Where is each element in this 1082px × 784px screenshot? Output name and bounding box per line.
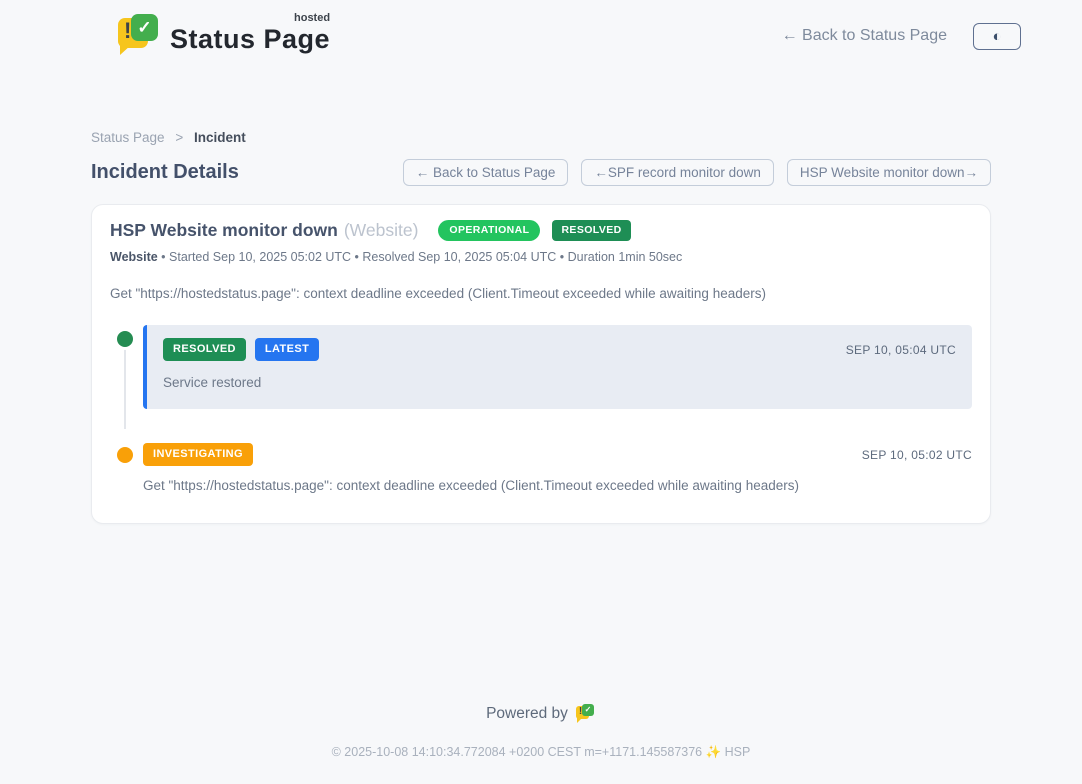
incident-title: HSP Website monitor down [110,220,338,241]
copyright-line: © 2025-10-08 14:10:34.772084 +0200 CEST … [91,745,991,760]
timeline-entry-head: RESOLVED LATEST SEP 10, 05:04 UTC [163,338,956,361]
title-row: Incident Details ← Back to Status Page ←… [91,159,991,186]
timeline-entry-head: INVESTIGATING SEP 10, 05:02 UTC [143,443,972,466]
timeline-entry-timestamp: SEP 10, 05:04 UTC [846,343,956,357]
footer-logo-check-glyph: ✓ [585,706,592,714]
incident-meta-component: Website [110,250,158,264]
timeline-entry-content: RESOLVED LATEST SEP 10, 05:04 UTC Servic… [143,325,972,409]
logo-check-box: ✓ [131,14,158,41]
incident-meta: Website • Started Sep 10, 2025 05:02 UTC… [110,250,972,264]
back-to-status-page-button[interactable]: ← Back to Status Page [403,159,569,186]
powered-by: Powered by ! ✓ [486,704,596,724]
brand-text: Status Page hosted [170,14,330,55]
prev-incident-button[interactable]: ←SPF record monitor down [581,159,774,186]
timeline-entry-message: Service restored [163,375,956,390]
footer-logo-check-box: ✓ [582,704,594,716]
theme-toggle-button[interactable]: ◐ [973,23,1021,50]
operational-status-badge: OPERATIONAL [438,220,540,241]
timeline-entry-timestamp: SEP 10, 05:02 UTC [862,448,972,462]
incident-card-header: HSP Website monitor down (Website) OPERA… [110,220,972,241]
logo-check-glyph: ✓ [137,19,151,36]
timeline-investigating-badge: INVESTIGATING [143,443,253,466]
breadcrumb-status-page[interactable]: Status Page [91,130,165,145]
header-actions: ← Back to Status Page ◐ [782,23,1021,50]
status-page-logo-icon: ! ✓ [118,14,160,58]
timeline-latest-badge: LATEST [255,338,319,361]
timeline-entry-highlighted: RESOLVED LATEST SEP 10, 05:04 UTC Servic… [143,325,972,409]
footer: Powered by ! ✓ © 2025-10-08 14:10:34.772… [91,704,991,784]
brand-logo[interactable]: ! ✓ Status Page hosted [118,14,330,58]
resolved-state-badge: RESOLVED [552,220,630,241]
contrast-icon: ◐ [992,29,1001,44]
breadcrumb-incident: Incident [194,130,246,145]
powered-by-label: Powered by [486,705,568,723]
breadcrumb: Status Page > Incident [91,130,991,145]
timeline-item-investigating: INVESTIGATING SEP 10, 05:02 UTC Get "htt… [117,441,972,493]
timeline-item-resolved: RESOLVED LATEST SEP 10, 05:04 UTC Servic… [117,325,972,409]
timeline-dot-orange [117,447,133,463]
footer-logo-icon[interactable]: ! ✓ [576,704,596,724]
timeline-resolved-badge: RESOLVED [163,338,246,361]
incident-timeline: RESOLVED LATEST SEP 10, 05:04 UTC Servic… [117,325,972,493]
header-back-link[interactable]: ← Back to Status Page [782,27,947,45]
incident-nav-buttons: ← Back to Status Page ←SPF record monito… [403,159,991,186]
timeline-entry-content: INVESTIGATING SEP 10, 05:02 UTC Get "htt… [143,441,972,493]
timeline-entry-message: Get "https://hostedstatus.page": context… [143,478,972,493]
incident-meta-dates: • Started Sep 10, 2025 05:02 UTC • Resol… [158,250,683,264]
incident-card: HSP Website monitor down (Website) OPERA… [91,204,991,524]
breadcrumb-separator: > [175,130,183,145]
next-incident-button[interactable]: HSP Website monitor down→ [787,159,991,186]
timeline-dot-green [117,331,133,347]
brand-hosted-badge: hosted [294,12,330,24]
brand-name: Status Page [170,24,330,54]
incident-component: (Website) [344,220,419,241]
incident-description: Get "https://hostedstatus.page": context… [110,286,972,301]
page-title: Incident Details [91,161,239,184]
header: ! ✓ Status Page hosted ← Back to Status … [91,0,991,58]
